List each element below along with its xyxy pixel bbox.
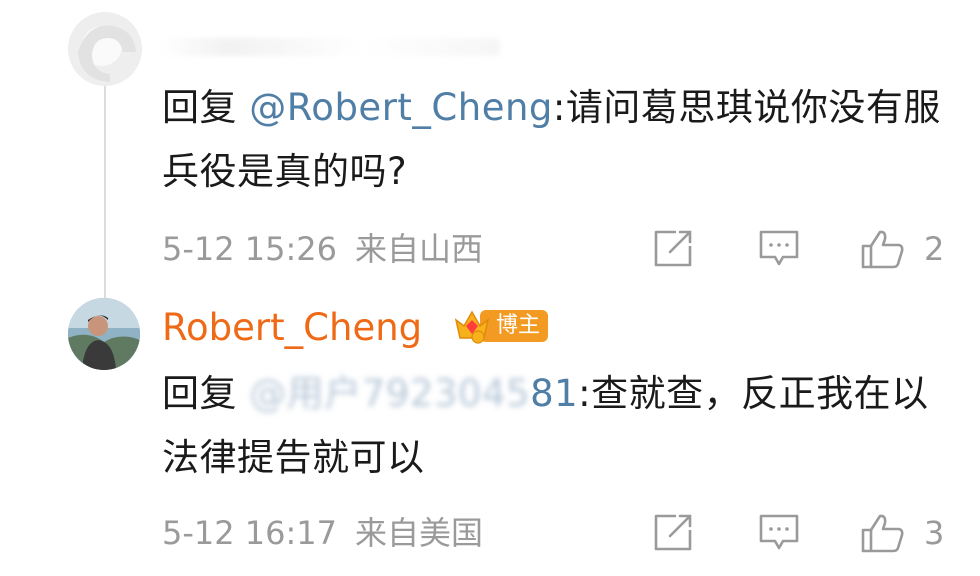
default-avatar-icon [68,12,142,86]
comment-timestamp: 5-12 15:26 [162,230,338,268]
mention-link[interactable]: 81 [530,372,578,415]
share-edit-icon[interactable] [652,513,694,553]
blurred-mention[interactable]: @用户7923045 [249,362,530,426]
thumbs-up-icon[interactable] [860,513,906,553]
profile-photo [68,298,140,370]
comment-meta-row: 5-12 16:17 来自美国 3 [162,508,962,558]
comment-body: 回复 @Robert_Cheng:请问葛思琪说你没有服兵役是真的吗? [162,76,942,204]
crown-gem-icon [454,310,490,344]
comment-location: 来自山西 [355,230,484,268]
comment-body: 回复 @用户792304581:查就查，反正我在以法律提告就可以 [162,362,952,490]
comment-bubble-icon[interactable] [758,513,800,553]
mention-link[interactable]: @Robert_Cheng [249,86,553,129]
reply-prefix: 回复 [162,86,237,129]
avatar[interactable] [68,298,140,370]
like-count: 2 [924,230,945,268]
comment-location: 来自美国 [355,514,484,552]
thread-connector-line [104,80,106,306]
like-count: 3 [924,514,945,552]
blurred-username [160,38,500,56]
share-edit-icon[interactable] [652,229,694,269]
blogger-badge: 博主 [452,306,548,344]
username-link[interactable]: Robert_Cheng [162,300,422,356]
reply-prefix: 回复 [162,372,237,415]
comment-meta-row: 5-12 15:26 来自山西 2 [162,224,962,274]
comment-bubble-icon[interactable] [758,229,800,269]
thumbs-up-icon[interactable] [860,229,906,269]
comment-thread: 回复 @Robert_Cheng:请问葛思琪说你没有服兵役是真的吗? 5-12 … [0,0,980,576]
comment-timestamp: 5-12 16:17 [162,514,338,552]
avatar[interactable] [68,12,142,86]
